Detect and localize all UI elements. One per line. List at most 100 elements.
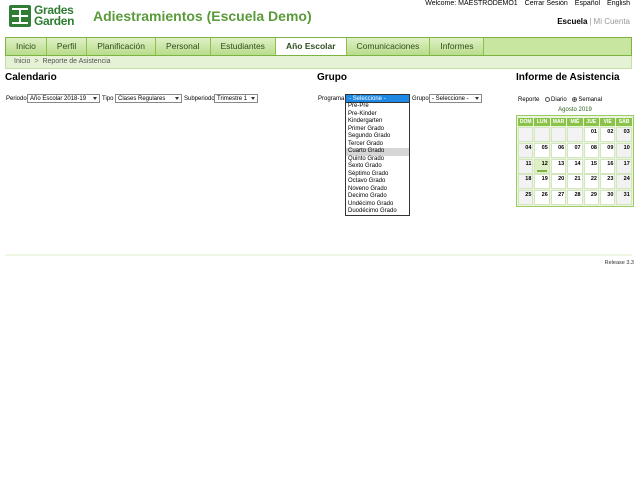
programa-option[interactable]: Quinto Grado	[346, 156, 409, 164]
reporte-options: Reporte Diario Semanal	[518, 97, 602, 103]
programa-option-hovered[interactable]: Cuarto Grado	[346, 148, 409, 156]
subperiodo-select[interactable]: Trimestre 1	[214, 94, 258, 103]
calendar-day[interactable]: 27	[550, 190, 567, 206]
programa-dropdown-list: Pre-Pre Pre-Kinder Kindergarten Primer G…	[345, 102, 410, 216]
programa-option[interactable]: Segundo Grado	[346, 133, 409, 141]
calendar-day[interactable]: 14	[567, 158, 583, 174]
lang-es-link[interactable]: Español	[575, 0, 600, 7]
tipo-select[interactable]: Clases Regulares	[115, 94, 182, 103]
programa-option[interactable]: Pre-Kinder	[346, 111, 409, 119]
grupo-select[interactable]: - Seleccione -	[429, 94, 482, 103]
calendar-day[interactable]: 15	[583, 158, 599, 174]
calendar-day[interactable]: 21	[567, 174, 583, 190]
programa-option[interactable]: Tercer Grado	[346, 141, 409, 149]
top-links: Welcome: MAESTRODEMO1 Cerrar Sesión Espa…	[420, 0, 630, 7]
tab-informes[interactable]: Informes	[430, 38, 485, 55]
programa-option[interactable]: Noveno Grado	[346, 186, 409, 194]
diario-radio[interactable]	[545, 97, 551, 102]
logout-link[interactable]: Cerrar Sesión	[525, 0, 568, 7]
calendar-day[interactable]: 24	[616, 174, 632, 190]
programa-option[interactable]: Sexto Grado	[346, 163, 409, 171]
breadcrumb-current: Reporte de Asistencia	[42, 58, 111, 65]
calendar-day[interactable]: 28	[567, 190, 583, 206]
lang-en-link[interactable]: English	[607, 0, 630, 7]
subperiodo-label: Subperiodo	[184, 96, 215, 102]
programa-option[interactable]: Duodécimo Grado	[346, 208, 409, 216]
grades-garden-logo[interactable]: Grades Garden	[9, 4, 81, 28]
programa-option[interactable]: Pre-Pre	[346, 103, 409, 111]
tab-comunicaciones[interactable]: Comunicaciones	[346, 38, 431, 55]
programa-option[interactable]: Primer Grado	[346, 126, 409, 134]
selected-day-marker	[537, 169, 547, 172]
calendar-day[interactable]: 12	[534, 158, 550, 174]
grupo-label: Grupo	[412, 96, 429, 102]
calendario-title: Calendario	[5, 72, 57, 83]
weekday-header: MAR	[550, 118, 567, 126]
breadcrumb-home[interactable]: Inicio	[14, 58, 30, 65]
tab-planificacion[interactable]: Planificación	[87, 38, 156, 55]
mode-links: Escuela | Mi Cuenta	[557, 17, 630, 26]
calendar-day[interactable]: 26	[534, 190, 550, 206]
calendar-day[interactable]: 20	[550, 174, 567, 190]
calendar-day[interactable]: 04	[518, 142, 534, 158]
grupo-title: Grupo	[317, 72, 347, 83]
calendar-day[interactable]: 03	[616, 127, 632, 142]
calendar-day[interactable]: 01	[583, 127, 599, 142]
programa-option[interactable]: Séptimo Grado	[346, 171, 409, 179]
calendar-empty-cell	[518, 127, 534, 142]
weekday-header: MIÉ	[567, 118, 583, 126]
programa-option[interactable]: Octavo Grado	[346, 178, 409, 186]
calendar-day[interactable]: 09	[600, 142, 616, 158]
calendar-day[interactable]: 30	[600, 190, 616, 206]
logo-word-2: Garden	[34, 14, 75, 28]
calendar-day[interactable]: 19	[534, 174, 550, 190]
periodo-select[interactable]: Año Escolar 2018-19	[27, 94, 100, 103]
tab-ano-escolar[interactable]: Año Escolar	[275, 38, 347, 55]
diario-label: Diario	[551, 97, 567, 104]
footer-divider	[5, 254, 632, 256]
calendar-day[interactable]: 25	[518, 190, 534, 206]
periodo-label: Periodo	[6, 96, 27, 102]
calendar-empty-cell	[534, 127, 550, 142]
programa-option[interactable]: Undécimo Grado	[346, 201, 409, 209]
my-account-link[interactable]: Mi Cuenta	[594, 17, 630, 26]
attendance-calendar: DOM LUN MAR MIÉ JUE VIE SÁB 01 02 03 04 05 06 07 08 09 1…	[516, 115, 634, 207]
tab-inicio[interactable]: Inicio	[6, 38, 47, 55]
calendar-day[interactable]: 07	[567, 142, 583, 158]
tipo-label: Tipo	[102, 96, 114, 102]
calendar-day[interactable]: 18	[518, 174, 534, 190]
mode-separator: |	[589, 17, 592, 26]
breadcrumb: Inicio > Reporte de Asistencia	[5, 56, 632, 69]
calendar-empty-cell	[550, 127, 567, 142]
calendar-day[interactable]: 29	[583, 190, 599, 206]
weekday-header: LUN	[534, 118, 550, 126]
tab-estudiantes[interactable]: Estudiantes	[210, 38, 276, 55]
tab-perfil[interactable]: Perfil	[46, 38, 88, 55]
breadcrumb-arrow: >	[34, 58, 39, 65]
calendar-day[interactable]: 31	[616, 190, 632, 206]
programa-label: Programa	[318, 96, 345, 102]
school-link[interactable]: Escuela	[557, 17, 587, 26]
calendar-day[interactable]: 13	[550, 158, 567, 174]
calendar-day[interactable]: 10	[616, 142, 632, 158]
calendar-day[interactable]: 23	[600, 174, 616, 190]
calendar-day[interactable]: 16	[600, 158, 616, 174]
calendar-day[interactable]: 11	[518, 158, 534, 174]
calendar-day[interactable]: 05	[534, 142, 550, 158]
programa-option[interactable]: Kindergarten	[346, 118, 409, 126]
semanal-radio[interactable]	[572, 97, 578, 102]
weekday-header: DOM	[518, 118, 534, 126]
reporte-label: Reporte	[518, 97, 540, 104]
calendar-day[interactable]: 08	[583, 142, 599, 158]
tab-personal[interactable]: Personal	[155, 38, 211, 55]
calendar-day[interactable]: 06	[550, 142, 567, 158]
programa-option[interactable]: Decimo Grado	[346, 193, 409, 201]
calendar-day[interactable]: 22	[583, 174, 599, 190]
release-label: Release 3.3	[604, 260, 634, 266]
calendar-day[interactable]: 02	[600, 127, 616, 142]
weekday-header: SÁB	[616, 118, 632, 126]
weekday-header: JUE	[583, 118, 599, 126]
welcome-text: Welcome: MAESTRODEMO1	[425, 0, 518, 7]
calendar-day[interactable]: 17	[616, 158, 632, 174]
calendar-month: Agosto 2019	[558, 107, 592, 113]
